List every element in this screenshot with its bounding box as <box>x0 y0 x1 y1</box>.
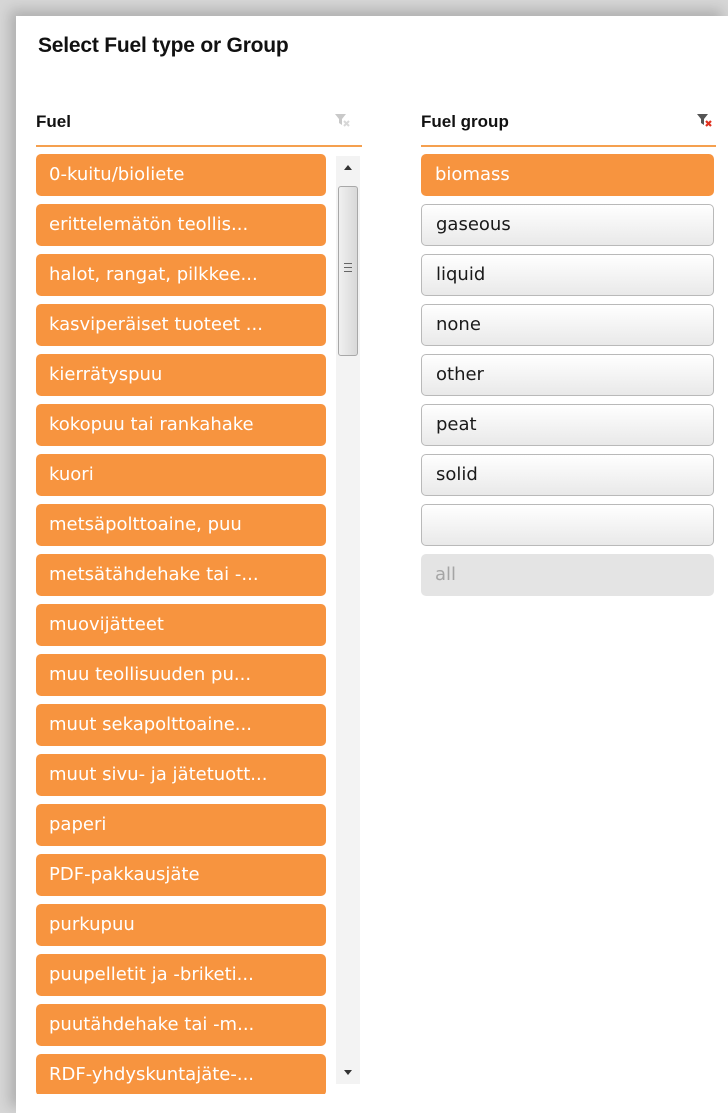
fuel-group-item-none[interactable]: none <box>421 304 714 346</box>
fuel-list-item[interactable]: RDF-yhdyskuntajäte-... <box>36 1054 326 1094</box>
fuel-list-item[interactable]: muovijätteet <box>36 604 326 646</box>
fuel-list[interactable]: 0-kuitu/bioliete erittelemätön teollis...… <box>36 154 326 1094</box>
fuel-group-header-rule <box>421 145 716 147</box>
fuel-list-item[interactable]: halot, rangat, pilkkee... <box>36 254 326 296</box>
fuel-group-header: Fuel group <box>421 112 509 131</box>
fuel-list-item[interactable]: kierrätyspuu <box>36 354 326 396</box>
fuel-header: Fuel <box>36 112 71 131</box>
fuel-group-item-blank[interactable] <box>421 504 714 546</box>
fuel-list-item[interactable]: metsäpolttoaine, puu <box>36 504 326 546</box>
panel-title: Select Fuel type or Group <box>38 34 289 57</box>
scroll-down-arrow-icon[interactable] <box>336 1062 360 1084</box>
fuel-group-item-biomass[interactable]: biomass <box>421 154 714 196</box>
fuel-group-item-other[interactable]: other <box>421 354 714 396</box>
fuel-list-item[interactable]: muu teollisuuden pu... <box>36 654 326 696</box>
fuel-list-item[interactable]: metsätähdehake tai -... <box>36 554 326 596</box>
fuel-clear-filter-icon[interactable] <box>334 112 350 128</box>
fuel-list-item[interactable]: puutähdehake tai -m... <box>36 1004 326 1046</box>
fuel-list-item[interactable]: kasviperäiset tuoteet ... <box>36 304 326 346</box>
fuel-group-item-liquid[interactable]: liquid <box>421 254 714 296</box>
scroll-thumb[interactable] <box>338 186 358 356</box>
scroll-up-arrow-icon[interactable] <box>336 156 360 178</box>
fuel-list-item[interactable]: puupelletit ja -briketi... <box>36 954 326 996</box>
fuel-list-item[interactable]: paperi <box>36 804 326 846</box>
fuel-list-item[interactable]: purkupuu <box>36 904 326 946</box>
fuel-header-rule <box>36 145 362 147</box>
fuel-group-item-peat[interactable]: peat <box>421 404 714 446</box>
fuel-list-item[interactable]: muut sivu- ja jätetuott... <box>36 754 326 796</box>
fuel-selector-panel: Select Fuel type or Group Fuel 0-kuitu/b… <box>16 16 728 1113</box>
fuel-list-item[interactable]: kokopuu tai rankahake <box>36 404 326 446</box>
fuel-list-item[interactable]: muut sekapolttoaine... <box>36 704 326 746</box>
fuel-list-scrollbar[interactable] <box>336 156 360 1084</box>
fuel-group-clear-filter-icon[interactable] <box>696 112 712 128</box>
fuel-group-item-solid[interactable]: solid <box>421 454 714 496</box>
fuel-list-item[interactable]: PDF-pakkausjäte <box>36 854 326 896</box>
fuel-list-item[interactable]: erittelemätön teollis... <box>36 204 326 246</box>
fuel-list-item[interactable]: 0-kuitu/bioliete <box>36 154 326 196</box>
fuel-group-item-gaseous[interactable]: gaseous <box>421 204 714 246</box>
fuel-group-item-all: all <box>421 554 714 596</box>
fuel-list-item[interactable]: kuori <box>36 454 326 496</box>
fuel-group-list[interactable]: biomass gaseous liquid none other peat solid al… <box>421 154 716 604</box>
